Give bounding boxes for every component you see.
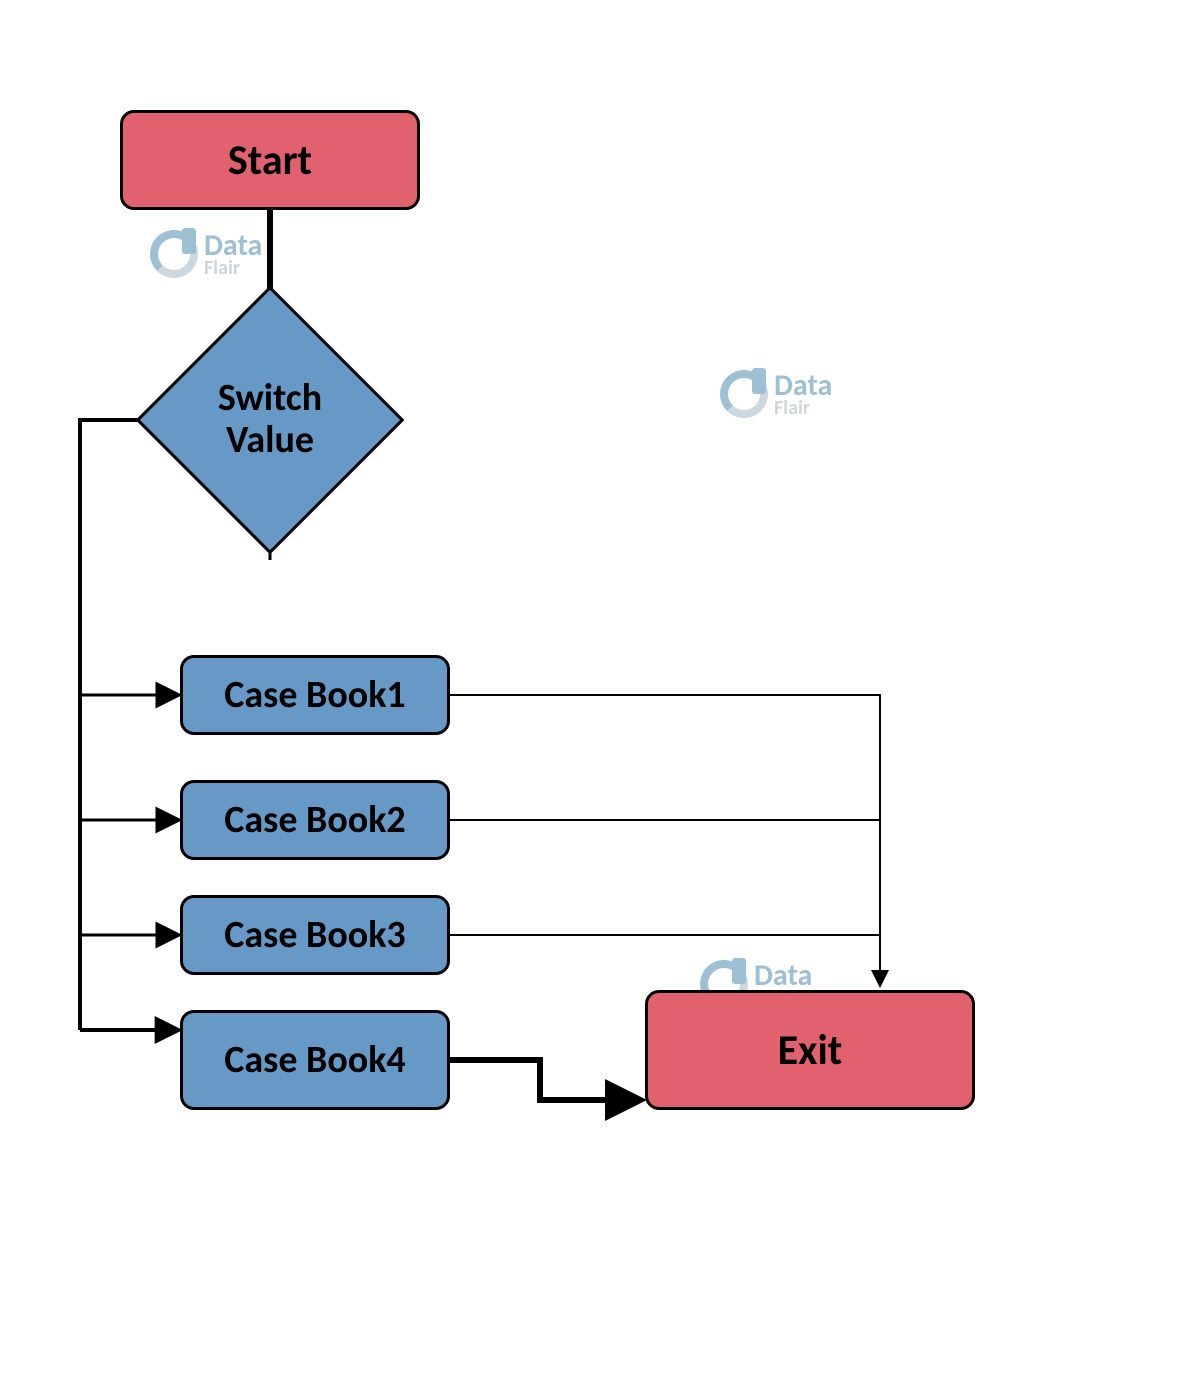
decision-node: Switch Value bbox=[175, 325, 365, 515]
case-label: Case Book4 bbox=[224, 1037, 405, 1083]
start-node: Start bbox=[120, 110, 420, 210]
case-label: Case Book2 bbox=[224, 797, 405, 843]
case-label: Case Book1 bbox=[224, 672, 405, 718]
case-node-1: Case Book1 bbox=[180, 655, 450, 735]
exit-node: Exit bbox=[645, 990, 975, 1110]
decision-label: Switch Value bbox=[175, 325, 365, 515]
case-node-2: Case Book2 bbox=[180, 780, 450, 860]
case-label: Case Book3 bbox=[224, 912, 405, 958]
exit-label: Exit bbox=[778, 1025, 843, 1076]
case-node-4: Case Book4 bbox=[180, 1010, 450, 1110]
start-label: Start bbox=[228, 135, 312, 186]
case-node-3: Case Book3 bbox=[180, 895, 450, 975]
